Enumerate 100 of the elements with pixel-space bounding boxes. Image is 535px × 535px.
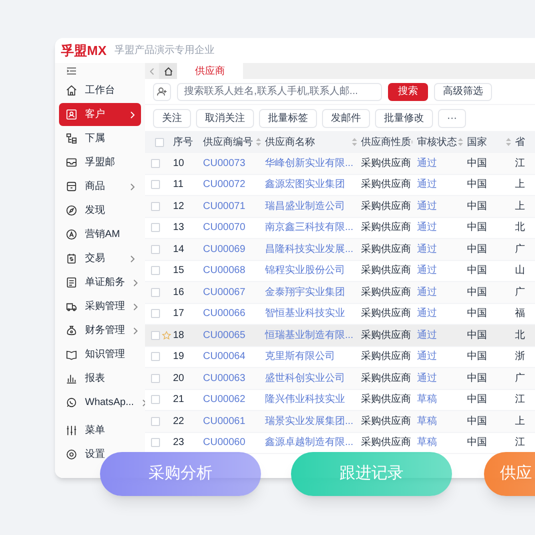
- advanced-filter-button[interactable]: 高级筛选: [434, 82, 492, 100]
- sidebar-item[interactable]: 知识管理: [59, 343, 141, 366]
- star-icon[interactable]: [162, 330, 171, 340]
- row-checkbox[interactable]: [151, 223, 160, 232]
- supplier-name-link[interactable]: 恒瑞基业制造有限...: [265, 330, 354, 341]
- column-header[interactable]: 供应商性质: [361, 134, 411, 150]
- column-header[interactable]: 供应商名称: [265, 134, 315, 150]
- action-button[interactable]: 批量修改: [375, 108, 433, 128]
- row-checkbox[interactable]: [151, 330, 160, 340]
- country: 中国: [467, 437, 487, 448]
- supplier-name-link[interactable]: 鑫源宏图实业集团: [265, 179, 345, 190]
- row-checkbox[interactable]: [151, 180, 160, 190]
- action-button[interactable]: 取消关注: [196, 108, 254, 128]
- person-plus-icon: [157, 87, 167, 96]
- home-tab[interactable]: [159, 63, 177, 79]
- review-status: 草稿: [417, 416, 437, 427]
- supplier-code-link[interactable]: CU00067: [203, 286, 246, 298]
- action-button[interactable]: 关注: [153, 108, 191, 128]
- collapse-menu-icon[interactable]: [67, 67, 76, 75]
- sidebar-item[interactable]: 工作台: [59, 79, 141, 102]
- row-checkbox[interactable]: [151, 266, 160, 276]
- review-status: 通过: [417, 179, 437, 190]
- row-checkbox[interactable]: [151, 158, 160, 168]
- sort-icon[interactable]: [352, 138, 357, 146]
- supplier-code-link[interactable]: CU00073: [203, 158, 246, 169]
- chat-bubble-icon: [66, 397, 77, 408]
- supplier-code-link[interactable]: CU00070: [203, 222, 246, 234]
- sort-icon[interactable]: [256, 138, 261, 146]
- row-checkbox[interactable]: [151, 288, 160, 297]
- supplier-code-link[interactable]: CU00071: [203, 200, 246, 212]
- sidebar-item[interactable]: 单证船务: [59, 271, 141, 294]
- action-button[interactable]: 批量标签: [259, 108, 317, 128]
- supplier-code-link[interactable]: CU00062: [203, 394, 246, 406]
- sidebar-item[interactable]: 采购管理: [59, 295, 141, 318]
- column-header[interactable]: 国家: [467, 134, 487, 150]
- select-all-checkbox[interactable]: [154, 138, 164, 146]
- row-number: 18: [173, 330, 184, 341]
- row-checkbox[interactable]: [151, 309, 160, 318]
- supplier-type: 采购供应商: [361, 244, 411, 255]
- column-header[interactable]: 审核状态: [417, 134, 457, 150]
- sort-icon[interactable]: [506, 138, 511, 146]
- supplier-name-link[interactable]: 智恒基业科技实业: [265, 308, 345, 320]
- sidebar-item[interactable]: 客户: [59, 103, 141, 126]
- province: 江: [515, 394, 525, 406]
- action-button[interactable]: 发邮件: [322, 108, 370, 128]
- sidebar-item[interactable]: 菜单: [59, 419, 141, 442]
- sidebar-item[interactable]: 商品: [59, 175, 141, 198]
- add-contact-button[interactable]: [153, 82, 171, 100]
- supplier-code-link[interactable]: CU00063: [203, 372, 246, 384]
- sidebar-item[interactable]: 交易: [59, 247, 141, 270]
- supplier-code-link[interactable]: CU00060: [203, 437, 246, 448]
- supplier-code-link[interactable]: CU00065: [203, 330, 246, 341]
- sidebar-item[interactable]: 营销AM: [59, 223, 141, 246]
- column-header[interactable]: 供应商编号: [203, 134, 253, 150]
- row-checkbox[interactable]: [151, 438, 160, 448]
- column-header[interactable]: 省: [515, 134, 525, 150]
- row-checkbox[interactable]: [151, 352, 160, 362]
- supplier-code-link[interactable]: CU00069: [203, 244, 246, 255]
- province: 北: [515, 222, 525, 234]
- tab[interactable]: 供应商: [177, 63, 243, 79]
- more-button[interactable]: ···: [438, 108, 466, 128]
- sidebar-item[interactable]: 报表: [59, 367, 141, 390]
- sidebar-item[interactable]: 下属: [59, 127, 141, 150]
- supplier-name-link[interactable]: 瑞昌盛业制造公司: [265, 200, 345, 212]
- supplier-name-link[interactable]: 金泰翔宇实业集团: [265, 286, 345, 298]
- supplier-code-link[interactable]: CU00064: [203, 351, 246, 362]
- row-checkbox[interactable]: [151, 416, 160, 426]
- supplier-name-link[interactable]: 鑫源卓越制造有限...: [265, 437, 354, 448]
- row-checkbox[interactable]: [151, 374, 160, 383]
- row-number: 23: [173, 437, 184, 448]
- supplier-code-link[interactable]: CU00072: [203, 179, 246, 190]
- country: 中国: [467, 179, 487, 190]
- supplier-code-link[interactable]: CU00068: [203, 265, 246, 276]
- sidebar-item[interactable]: 孚盟邮: [59, 151, 141, 174]
- supplier-name-link[interactable]: 克里斯有限公司: [265, 351, 335, 362]
- compass-icon: [66, 205, 77, 216]
- supplier-name-link[interactable]: 盛世科创实业公司: [265, 372, 345, 384]
- search-button[interactable]: 搜索: [388, 82, 428, 100]
- row-checkbox[interactable]: [151, 202, 160, 211]
- sidebar-item[interactable]: 发现: [59, 199, 141, 222]
- supplier-name-link[interactable]: 华峰创新实业有限...: [265, 158, 354, 169]
- sort-icon[interactable]: [458, 138, 463, 146]
- supplier-name-link[interactable]: 隆兴伟业科技实业: [265, 394, 345, 406]
- row-number: 19: [173, 351, 184, 362]
- supplier-code-link[interactable]: CU00061: [203, 416, 246, 427]
- column-header[interactable]: 序号: [173, 134, 193, 150]
- province: 上: [515, 416, 525, 427]
- review-status: 通过: [417, 244, 437, 255]
- review-status: 通过: [417, 286, 437, 298]
- row-checkbox[interactable]: [151, 395, 160, 404]
- supplier-name-link[interactable]: 瑞景实业发展集团...: [265, 416, 354, 427]
- search-field[interactable]: 搜索联系人姓名,联系人手机,联系人邮...: [177, 82, 382, 100]
- supplier-name-link[interactable]: 南京鑫三科技有限...: [265, 222, 354, 234]
- sidebar-item[interactable]: WhatsAp...: [59, 391, 141, 414]
- sidebar-item[interactable]: 财务管理: [59, 319, 141, 342]
- supplier-name-link[interactable]: 昌隆科技实业发展...: [265, 244, 354, 255]
- supplier-name-link[interactable]: 锦程实业股份公司: [265, 265, 345, 276]
- review-status: 通过: [417, 330, 437, 341]
- row-checkbox[interactable]: [151, 244, 160, 254]
- supplier-code-link[interactable]: CU00066: [203, 308, 246, 320]
